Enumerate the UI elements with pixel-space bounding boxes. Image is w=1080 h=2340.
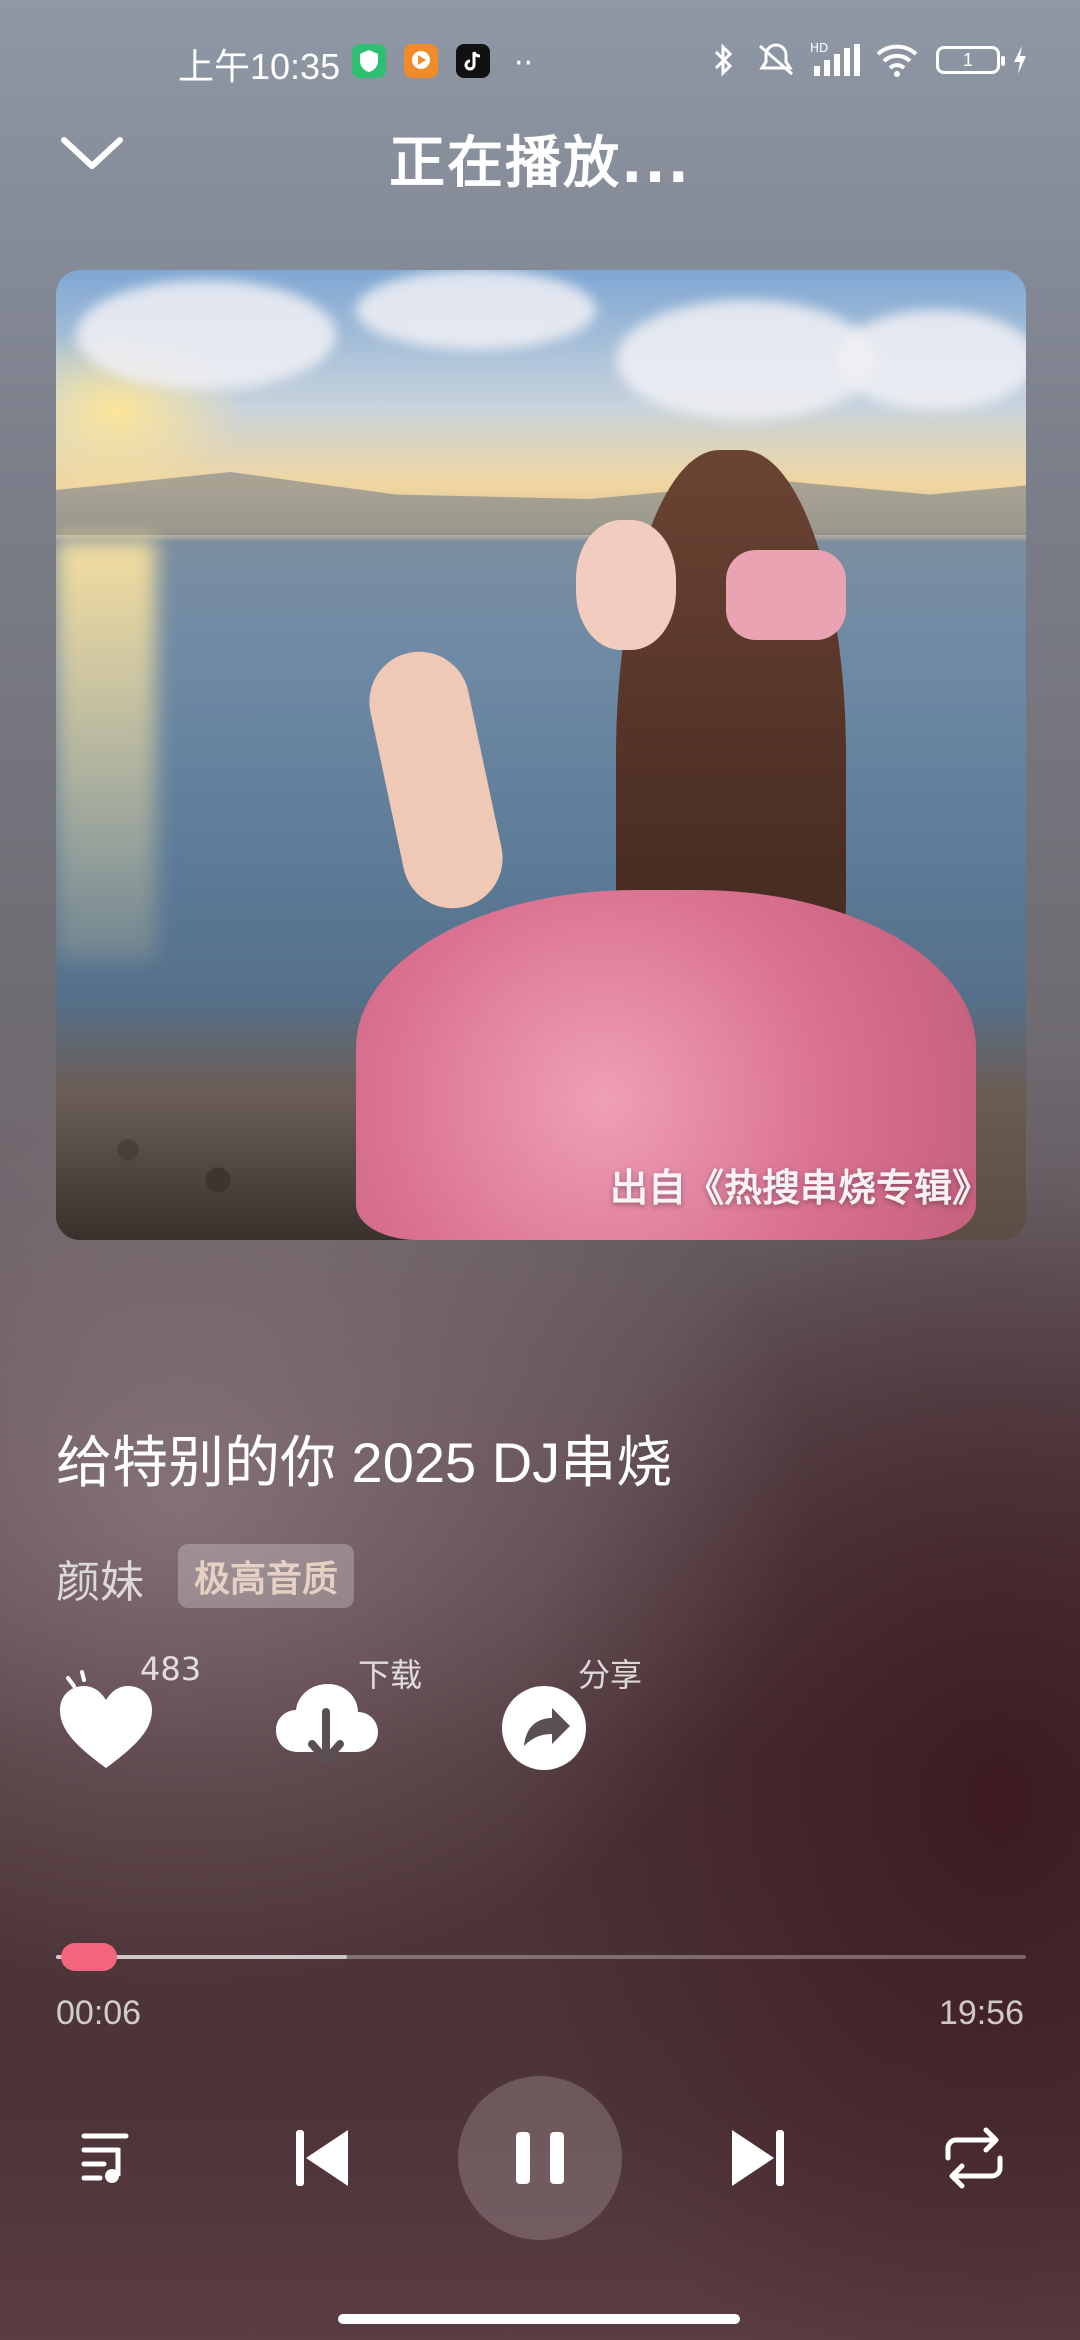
- skip-previous-icon: [296, 2130, 348, 2186]
- more-dots-icon: ··: [514, 46, 534, 81]
- hair-bow: [726, 550, 846, 640]
- mute-icon: [754, 40, 798, 80]
- page-title: 正在播放...: [389, 131, 691, 196]
- download-label: 下载: [358, 1656, 423, 1694]
- battery-icon: 1: [936, 46, 1005, 74]
- sun-reflection: [56, 540, 156, 960]
- playlist-button[interactable]: [66, 2118, 146, 2198]
- next-button[interactable]: [718, 2118, 798, 2198]
- face: [576, 520, 676, 650]
- arm: [360, 642, 512, 918]
- charging-icon: [1010, 40, 1030, 80]
- album-cover[interactable]: 出自《热搜串烧专辑》: [56, 270, 1026, 1240]
- share-label: 分享: [578, 1656, 643, 1694]
- cloud: [356, 270, 596, 350]
- pause-icon: [516, 2132, 564, 2184]
- skip-next-icon: [732, 2130, 784, 2186]
- pause-button[interactable]: [458, 2076, 622, 2240]
- status-bar: 上午10:35 ·· HD 1: [0, 0, 1080, 120]
- svg-text:HD: HD: [810, 41, 828, 55]
- bluetooth-icon: [708, 40, 738, 80]
- progress-knob[interactable]: [60, 1943, 117, 1971]
- quality-badge[interactable]: 极高音质: [178, 1544, 355, 1608]
- home-indicator[interactable]: [338, 2314, 740, 2324]
- previous-button[interactable]: [282, 2118, 362, 2198]
- total-time: 19:56: [938, 1994, 1024, 2032]
- cover-caption: 出自《热搜串烧专辑》: [609, 1166, 990, 1210]
- repeat-button[interactable]: [934, 2118, 1014, 2198]
- wifi-icon: [874, 40, 920, 80]
- song-title: 给特别的你 2025 DJ串烧: [56, 1431, 673, 1494]
- repeat-icon: [945, 2127, 1003, 2189]
- cloud: [836, 310, 1026, 410]
- mountains: [56, 472, 1026, 535]
- artist-name[interactable]: 颜妹: [56, 1546, 144, 1610]
- like-count: 483: [140, 1650, 202, 1688]
- video-app-icon: [404, 44, 438, 78]
- status-time: 上午10:35: [178, 46, 341, 87]
- tiktok-icon: [456, 44, 490, 78]
- playlist-icon: [81, 2133, 129, 2183]
- shield-app-icon: [352, 44, 386, 78]
- cloud: [76, 280, 336, 390]
- hd-signal-icon: HD: [810, 40, 866, 80]
- current-time: 00:06: [56, 1994, 142, 2032]
